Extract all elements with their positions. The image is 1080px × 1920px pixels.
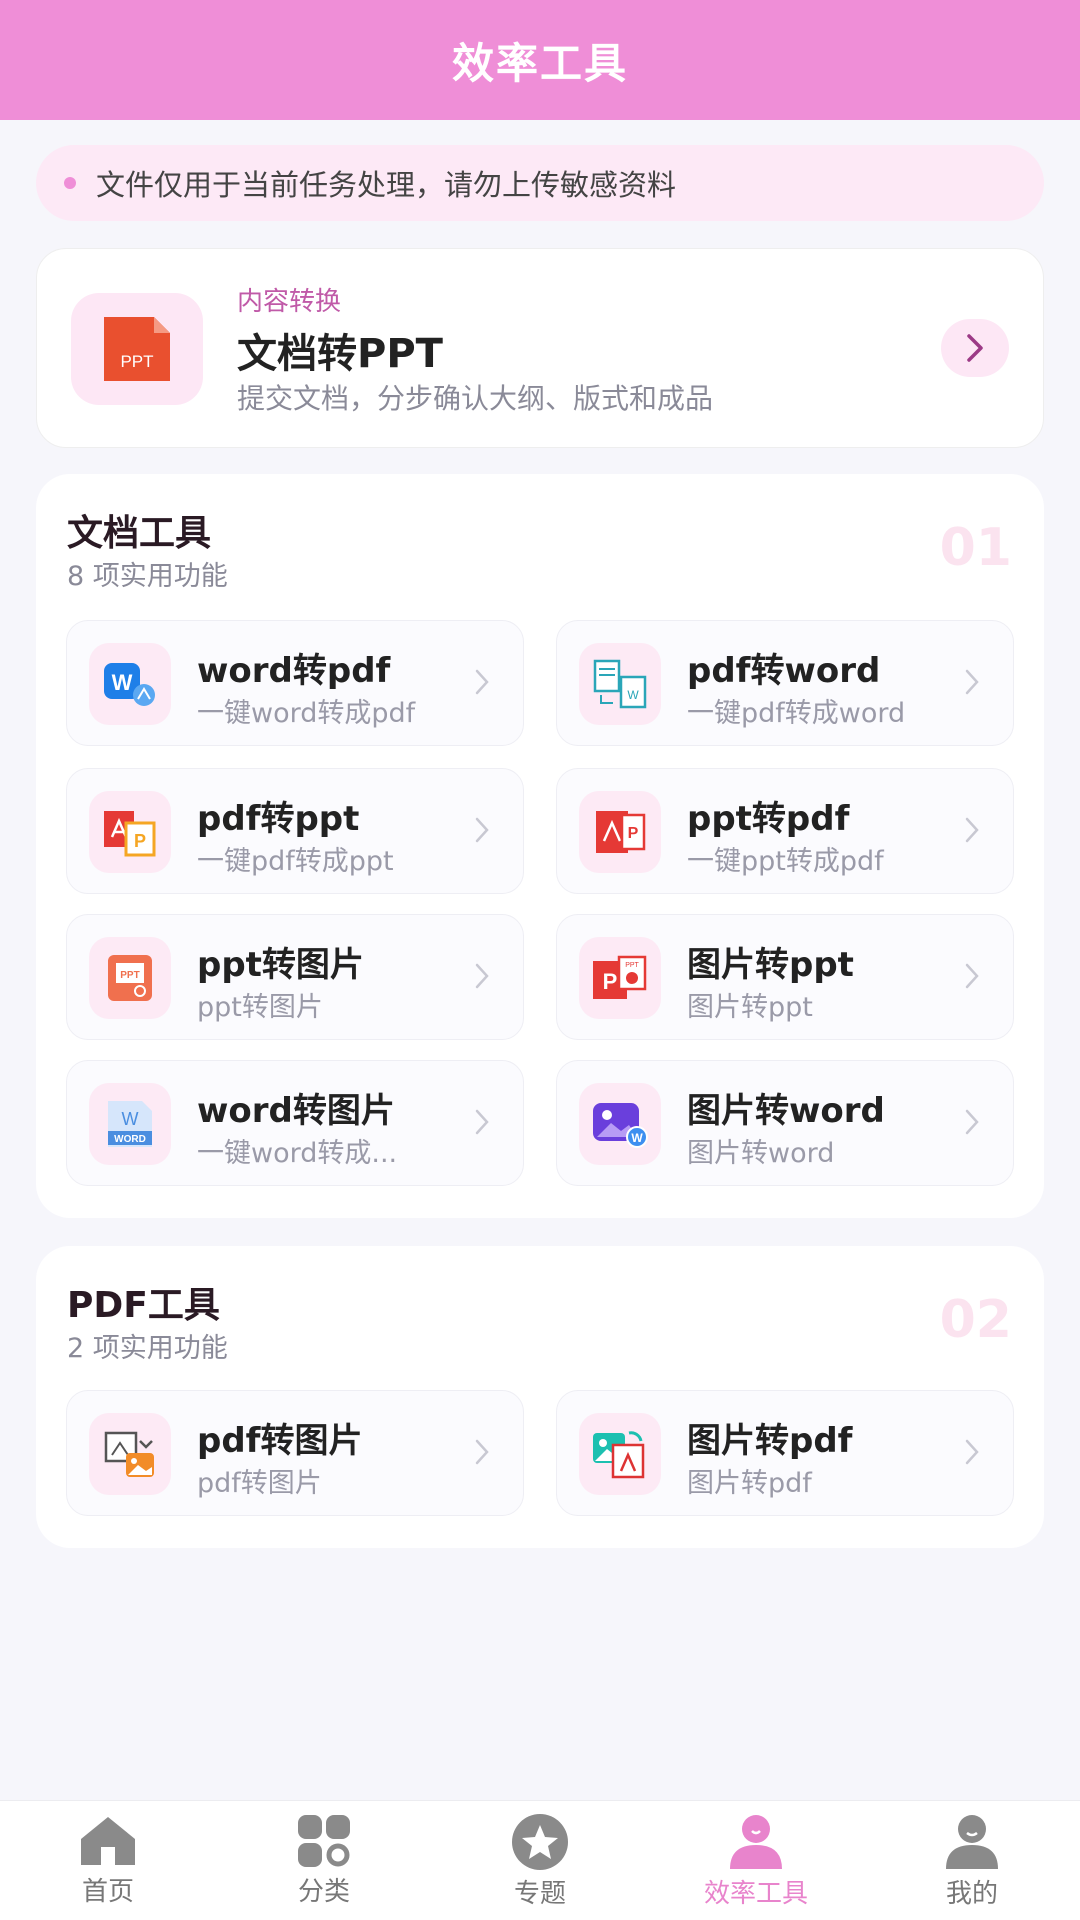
pdf-to-word-icon: W: [579, 643, 661, 725]
chevron-right-icon: [965, 817, 979, 843]
tool-desc: ppt转图片: [197, 992, 323, 1023]
tab-label: 分类: [297, 1877, 350, 1907]
notice-dot-icon: [64, 177, 76, 189]
svg-text:W: W: [627, 688, 639, 702]
ppt-to-image-icon: PPT: [89, 937, 171, 1019]
notice-banner: 文件仅用于当前任务处理，请勿上传敏感资料: [36, 145, 1044, 221]
tool-title: ppt转图片: [197, 945, 364, 985]
svg-text:PPT: PPT: [120, 970, 139, 981]
pdf-to-image-icon: [89, 1413, 171, 1495]
tool-desc: 一键word转成...: [197, 1138, 398, 1169]
tool-title: 图片转pdf: [687, 1421, 853, 1461]
pdf-to-ppt-icon: P: [89, 791, 171, 873]
chevron-right-icon: [965, 963, 979, 989]
svg-text:P: P: [603, 969, 618, 994]
chevron-right-icon: [475, 669, 489, 695]
tool-pdf-to-image[interactable]: pdf转图片 pdf转图片: [66, 1390, 524, 1516]
tab-topics[interactable]: 专题: [470, 1813, 610, 1920]
section-subtitle: 8 项实用功能: [67, 561, 228, 592]
section-number: 01: [939, 518, 1012, 578]
tool-ppt-to-pdf[interactable]: P ppt转pdf 一键ppt转成pdf: [556, 768, 1014, 894]
tool-word-to-pdf[interactable]: W word转pdf 一键word转成pdf: [66, 620, 524, 746]
section-number: 02: [939, 1290, 1012, 1350]
svg-text:W: W: [112, 670, 133, 695]
image-to-pdf-icon: [579, 1413, 661, 1495]
tool-desc: 一键pdf转成word: [687, 698, 906, 729]
section-subtitle: 2 项实用功能: [67, 1333, 228, 1364]
tab-home[interactable]: 首页: [38, 1813, 178, 1920]
tool-pdf-to-word[interactable]: W pdf转word 一键pdf转成word: [556, 620, 1014, 746]
tab-label: 专题: [513, 1879, 566, 1909]
tool-word-to-image[interactable]: W WORD word转图片 一键word转成...: [66, 1060, 524, 1186]
home-icon: [81, 1817, 135, 1865]
chevron-right-icon[interactable]: [941, 319, 1009, 377]
star-icon: [512, 1814, 568, 1870]
doc-tools-section: 文档工具 8 项实用功能 01 W word转pdf 一键word转成pdf W: [36, 474, 1044, 1218]
tool-desc: 一键pdf转成ppt: [197, 846, 394, 877]
word-to-pdf-icon: W: [89, 643, 171, 725]
chevron-right-icon: [965, 1109, 979, 1135]
category-icon: [298, 1815, 350, 1867]
feature-tag: 内容转换: [237, 287, 342, 317]
svg-text:PPT: PPT: [120, 352, 153, 371]
tool-ppt-to-image[interactable]: PPT ppt转图片 ppt转图片: [66, 914, 524, 1040]
chevron-right-icon: [475, 963, 489, 989]
chevron-right-icon: [475, 1439, 489, 1465]
tool-title: ppt转pdf: [687, 799, 850, 839]
tool-pdf-to-ppt[interactable]: P pdf转ppt 一键pdf转成ppt: [66, 768, 524, 894]
ppt-file-icon: PPT: [71, 293, 203, 405]
tab-label: 首页: [81, 1877, 134, 1907]
section-title: PDF工具: [67, 1285, 220, 1326]
ppt-to-pdf-icon: P: [579, 791, 661, 873]
tab-category[interactable]: 分类: [254, 1813, 394, 1920]
tab-efficiency-tools[interactable]: 效率工具: [686, 1813, 826, 1920]
word-to-image-icon: W WORD: [89, 1083, 171, 1165]
svg-text:W: W: [631, 1131, 643, 1145]
tool-title: pdf转ppt: [197, 799, 360, 839]
svg-text:P: P: [134, 831, 146, 851]
chevron-right-icon: [475, 1109, 489, 1135]
tool-desc: 图片转word: [687, 1138, 835, 1169]
tool-image-to-ppt[interactable]: P PPT 图片转ppt 图片转ppt: [556, 914, 1014, 1040]
tool-image-to-word[interactable]: W 图片转word 图片转word: [556, 1060, 1014, 1186]
doc-to-ppt-card[interactable]: PPT 内容转换 文档转PPT 提交文档，分步确认大纲、版式和成品: [36, 248, 1044, 448]
svg-text:WORD: WORD: [114, 1134, 146, 1145]
feature-title: 文档转PPT: [237, 331, 443, 377]
tool-desc: 图片转pdf: [687, 1468, 812, 1499]
bottom-tab-bar: 首页 分类 专题 效率工具 我的: [0, 1800, 1080, 1920]
tool-image-to-pdf[interactable]: 图片转pdf 图片转pdf: [556, 1390, 1014, 1516]
tab-label: 我的: [945, 1879, 998, 1909]
tool-title: 图片转word: [687, 1091, 885, 1131]
section-title: 文档工具: [67, 513, 212, 554]
tools-person-icon: [730, 1815, 782, 1869]
tool-title: word转图片: [197, 1091, 395, 1131]
tab-mine[interactable]: 我的: [902, 1813, 1042, 1920]
top-header: 效率工具: [0, 0, 1080, 120]
chevron-right-icon: [965, 1439, 979, 1465]
chevron-right-icon: [965, 669, 979, 695]
svg-text:W: W: [122, 1109, 139, 1129]
tool-title: pdf转图片: [197, 1421, 363, 1461]
svg-text:PPT: PPT: [625, 962, 639, 969]
pdf-tools-section: PDF工具 2 项实用功能 02 pdf转图片 pdf转图片 图片转pdf 图片…: [36, 1246, 1044, 1548]
image-to-word-icon: W: [579, 1083, 661, 1165]
tool-title: word转pdf: [197, 651, 391, 691]
tool-desc: pdf转图片: [197, 1468, 322, 1499]
tool-title: pdf转word: [687, 651, 881, 691]
profile-icon: [946, 1815, 998, 1869]
feature-desc: 提交文档，分步确认大纲、版式和成品: [237, 382, 714, 415]
tab-label: 效率工具: [703, 1879, 808, 1909]
tool-desc: 一键word转成pdf: [197, 698, 416, 729]
tool-desc: 图片转ppt: [687, 992, 813, 1023]
tool-desc: 一键ppt转成pdf: [687, 846, 884, 877]
tool-title: 图片转ppt: [687, 945, 854, 985]
notice-text: 文件仅用于当前任务处理，请勿上传敏感资料: [96, 168, 677, 202]
image-to-ppt-icon: P PPT: [579, 937, 661, 1019]
chevron-right-icon: [475, 817, 489, 843]
svg-text:P: P: [628, 825, 639, 842]
page-title: 效率工具: [451, 38, 628, 88]
